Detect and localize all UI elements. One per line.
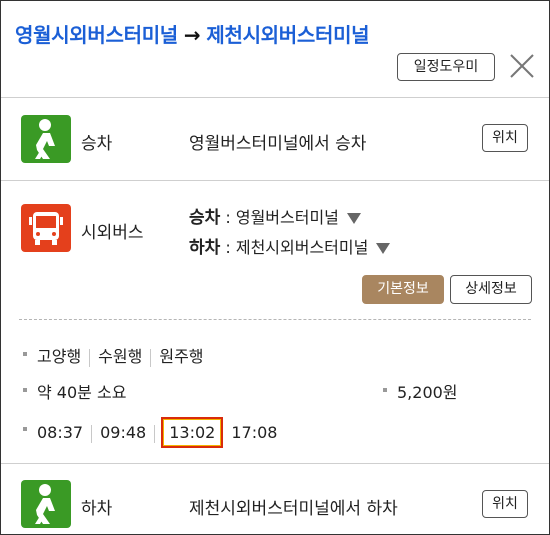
step-alight: 하차 제천시외버스터미널에서 하차 위치 xyxy=(1,464,549,534)
departure-times: 08:37 09:48 13:02 17:08 xyxy=(37,417,277,448)
direction-item: 수원행 xyxy=(98,347,143,366)
bullet-icon xyxy=(23,427,27,431)
direction-item: 고양행 xyxy=(37,347,82,366)
mode-label-bus: 시외버스 xyxy=(81,223,144,243)
alight-label: 하차 xyxy=(189,238,221,258)
bus-icon xyxy=(21,204,71,252)
route-header: 영월시외버스터미널 → 제천시외버스터미널 일정도우미 xyxy=(1,1,549,98)
walk-icon xyxy=(21,115,71,163)
step-bus: 시외버스 승차 : 영월버스터미널 하차 : 제천시외버스터미널 기본정보 상세… xyxy=(1,181,549,464)
alight-location-button[interactable]: 위치 xyxy=(482,490,528,518)
mode-label-board: 승차 xyxy=(81,134,113,154)
departure-time-highlighted[interactable]: 13:02 xyxy=(161,417,224,448)
bus-board-stop[interactable]: 승차 : 영월버스터미널 xyxy=(189,203,361,228)
route-detail-panel: 영월시외버스터미널 → 제천시외버스터미널 일정도우미 승차 영월버스터미널에서 승… xyxy=(0,0,550,535)
departure-time[interactable]: 08:37 xyxy=(37,423,83,442)
route-title: 영월시외버스터미널 → 제천시외버스터미널 xyxy=(15,19,370,48)
direction-item: 원주행 xyxy=(159,347,204,366)
mode-label-alight: 하차 xyxy=(81,499,113,519)
close-icon[interactable] xyxy=(509,53,535,79)
walk-icon xyxy=(21,480,71,528)
detail-info-button[interactable]: 상세정보 xyxy=(450,275,532,304)
board-description: 영월버스터미널에서 승차 xyxy=(189,134,367,154)
direction-list: 고양행 수원행 원주행 xyxy=(37,343,204,367)
arrow-icon: → xyxy=(183,23,201,47)
divider xyxy=(19,319,531,320)
board-label: 승차 xyxy=(189,208,221,228)
bullet-icon xyxy=(383,388,387,392)
duration: 약 40분 소요 xyxy=(37,383,127,402)
bullet-icon xyxy=(23,352,27,356)
dropdown-triangle-icon[interactable] xyxy=(376,243,391,254)
bullet-icon xyxy=(23,388,27,392)
schedule-helper-button[interactable]: 일정도우미 xyxy=(397,53,495,81)
departure-time[interactable]: 09:48 xyxy=(100,423,146,442)
alight-stop-name: 제천시외버스터미널 xyxy=(235,238,369,257)
origin-name: 영월시외버스터미널 xyxy=(15,23,178,47)
dropdown-triangle-icon[interactable] xyxy=(346,213,361,224)
departure-time[interactable]: 17:08 xyxy=(231,423,277,442)
step-board: 승차 영월버스터미널에서 승차 위치 xyxy=(1,98,549,181)
destination-name: 제천시외버스터미널 xyxy=(206,23,370,47)
alight-description: 제천시외버스터미널에서 하차 xyxy=(189,499,398,519)
basic-info-button[interactable]: 기본정보 xyxy=(362,275,444,304)
board-stop-name: 영월버스터미널 xyxy=(235,208,339,227)
fare: 5,200원 xyxy=(397,383,458,402)
board-location-button[interactable]: 위치 xyxy=(482,124,528,152)
bus-alight-stop[interactable]: 하차 : 제천시외버스터미널 xyxy=(189,233,391,258)
